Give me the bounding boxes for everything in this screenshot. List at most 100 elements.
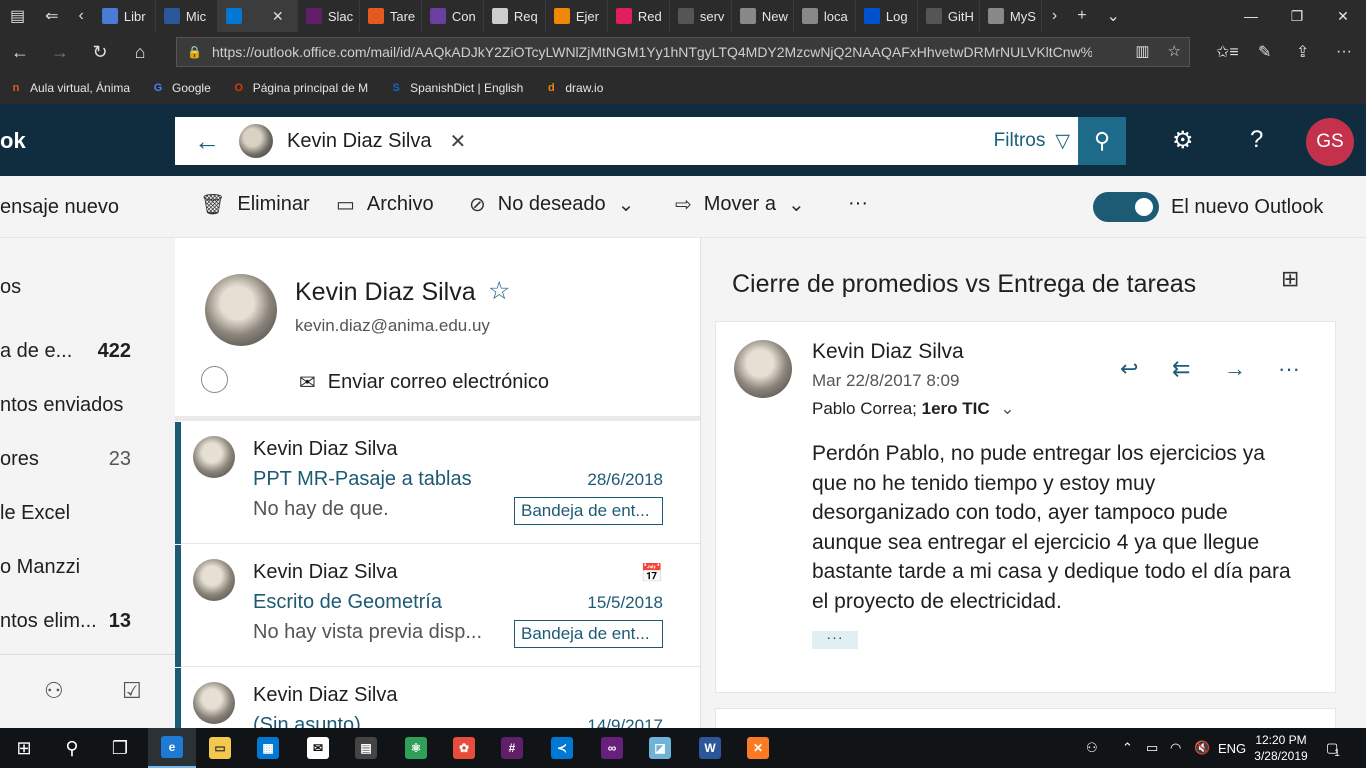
folder-tag[interactable]: Bandeja de ent...	[514, 497, 663, 525]
edge-taskbar-button[interactable]: e	[148, 728, 196, 768]
calculator-taskbar-button[interactable]: ▤	[342, 728, 390, 768]
move-to-button[interactable]: ⇨ Mover a ⌄	[675, 192, 805, 217]
next-message-card[interactable]	[715, 708, 1336, 728]
message-list-item[interactable]: Kevin Diaz Silva (Sin asunto) 14/9/2017	[175, 668, 700, 728]
slack-taskbar-button[interactable]: #	[488, 728, 536, 768]
help-icon[interactable]: ?	[1250, 126, 1263, 154]
people-icon[interactable]: ⚇	[44, 678, 64, 704]
wifi-icon[interactable]: ◠	[1170, 728, 1181, 768]
browser-tab[interactable]: MyS	[980, 0, 1042, 32]
browser-tab[interactable]: serv	[670, 0, 732, 32]
forward-button[interactable]: →	[40, 32, 80, 72]
message-list-item[interactable]: Kevin Diaz Silva PPT MR-Pasaje a tablas 28…	[175, 422, 700, 544]
sender-name[interactable]: Kevin Diaz Silva	[812, 340, 964, 364]
minimize-button[interactable]: —	[1228, 0, 1274, 32]
battery-icon[interactable]: ▭	[1146, 728, 1158, 768]
folder-tag[interactable]: Bandeja de ent...	[514, 620, 663, 648]
vscode-taskbar-button[interactable]: ≺	[538, 728, 586, 768]
browser-tab[interactable]: Red	[608, 0, 670, 32]
pen-icon[interactable]: ✎	[1258, 32, 1271, 72]
favorite-link[interactable]: n Aula virtual, Ánima	[8, 80, 130, 96]
new-tab-icon[interactable]: +	[1067, 7, 1096, 25]
more-commands-button[interactable]: ···	[848, 192, 868, 215]
sticky-app-taskbar-button[interactable]: ◪	[636, 728, 684, 768]
tab-list-chevron-icon[interactable]: ⌄	[1097, 6, 1130, 26]
search-button[interactable]: ⚲	[1078, 117, 1126, 165]
browser-tab[interactable]: Slac	[298, 0, 360, 32]
explorer-taskbar-button[interactable]: ▭	[196, 728, 244, 768]
url-field[interactable]: 🔒 https://outlook.office.com/mail/id/AAQ…	[176, 37, 1190, 67]
favorite-link[interactable]: O Página principal de M	[231, 80, 368, 96]
more-options-icon[interactable]: ···	[1336, 32, 1352, 72]
atom-taskbar-button[interactable]: ⚛	[392, 728, 440, 768]
new-outlook-toggle[interactable]	[1093, 192, 1159, 222]
message-list-item[interactable]: Kevin Diaz Silva Escrito de Geometría 15/5…	[175, 545, 700, 667]
archive-button[interactable]: ▭ Archivo	[336, 192, 434, 217]
share-icon[interactable]: ⇪	[1296, 32, 1309, 72]
restore-button[interactable]: ❐	[1274, 0, 1320, 32]
expand-recipients-icon[interactable]: ⌄	[1000, 399, 1014, 418]
home-button[interactable]: ⌂	[120, 32, 160, 72]
chip-remove-icon[interactable]: ✕	[450, 129, 467, 154]
recipients[interactable]: Pablo Correa; 1ero TIC ⌄	[812, 399, 1015, 419]
new-message-button[interactable]: ensaje nuevo	[0, 196, 119, 219]
filters-button[interactable]: Filtros ▽	[994, 117, 1070, 165]
forward-icon[interactable]: →	[1224, 356, 1246, 382]
language-indicator[interactable]: ENG	[1218, 728, 1246, 768]
search-back-arrow-icon[interactable]: ←	[175, 117, 239, 165]
send-email-button[interactable]: ✉ Enviar correo electrónico	[299, 370, 549, 395]
folder-item[interactable]: os	[0, 276, 175, 299]
select-all-circle[interactable]	[201, 366, 228, 393]
favorite-link[interactable]: d draw.io	[543, 80, 603, 96]
delete-button[interactable]: 🗑 Eliminar	[200, 192, 310, 217]
browser-tab[interactable]: Mic	[156, 0, 218, 32]
close-window-button[interactable]: ✕	[1320, 0, 1366, 32]
browser-tab[interactable]: Libr	[94, 0, 156, 32]
folder-item[interactable]: ores 23	[0, 448, 175, 471]
volume-muted-icon[interactable]: 🔇	[1194, 728, 1210, 768]
back-button[interactable]: ←	[0, 32, 40, 72]
favorite-link[interactable]: G Google	[150, 80, 211, 96]
reply-all-icon[interactable]: ⇇	[1172, 356, 1190, 382]
folder-item[interactable]: le Excel	[0, 502, 175, 525]
favorites-list-icon[interactable]: ✩≡	[1216, 32, 1239, 72]
word-taskbar-button[interactable]: W	[686, 728, 734, 768]
browser-tab[interactable]: ✕	[217, 0, 298, 32]
tabs-scroll-right-icon[interactable]: ›	[1042, 7, 1067, 25]
junk-button[interactable]: ⊘ No deseado ⌄	[469, 192, 634, 217]
browser-tab[interactable]: New	[732, 0, 794, 32]
tray-chevron-icon[interactable]: ⌃	[1122, 728, 1133, 768]
app-brand[interactable]: ok	[0, 128, 26, 154]
more-actions-icon[interactable]: ···	[1278, 356, 1300, 382]
browser-tab[interactable]: Con	[422, 0, 484, 32]
browser-tab[interactable]: Ejer	[546, 0, 608, 32]
visual-studio-taskbar-button[interactable]: ∞	[588, 728, 636, 768]
search-box[interactable]: ← Kevin Diaz Silva ✕ Filtros ▽ ⚲	[175, 117, 1126, 165]
folder-item[interactable]: a de e... 422	[0, 340, 175, 363]
browser-tab[interactable]: loca	[794, 0, 856, 32]
browser-tab[interactable]: Log	[856, 0, 918, 32]
folder-item[interactable]: ntos elim... 13	[0, 610, 175, 633]
browser-tab[interactable]: Tare	[360, 0, 422, 32]
mail-taskbar-button[interactable]: ✉	[294, 728, 342, 768]
task-view-button[interactable]: ❐	[96, 728, 144, 768]
favorite-link[interactable]: S SpanishDict | English	[388, 80, 523, 96]
reply-icon[interactable]: ↩	[1120, 356, 1138, 382]
system-clock[interactable]: 12:20 PM 3/28/2019	[1248, 732, 1314, 764]
tab-preview-icon[interactable]: ▤	[0, 6, 35, 26]
show-more-button[interactable]: ···	[812, 630, 858, 649]
start-button[interactable]: ⊞	[0, 728, 48, 768]
settings-gear-icon[interactable]: ⚙	[1172, 126, 1194, 155]
tab-close-icon[interactable]: ✕	[272, 8, 284, 25]
notifications-button[interactable]: ▢ 1	[1326, 728, 1340, 768]
refresh-button[interactable]: ↻	[80, 32, 120, 72]
browser-tab[interactable]: GitH	[918, 0, 980, 32]
search-taskbar-button[interactable]: ⚲	[48, 728, 96, 768]
user-avatar[interactable]: GS	[1306, 118, 1354, 166]
store-taskbar-button[interactable]: ▦	[244, 728, 292, 768]
tasks-check-icon[interactable]: ☑	[122, 678, 142, 704]
favorite-star-icon[interactable]: ☆	[488, 276, 510, 306]
set-aside-tabs-icon[interactable]: ⇐	[35, 6, 68, 26]
paint-taskbar-button[interactable]: ✿	[440, 728, 488, 768]
search-person-chip[interactable]: Kevin Diaz Silva ✕	[239, 123, 476, 159]
